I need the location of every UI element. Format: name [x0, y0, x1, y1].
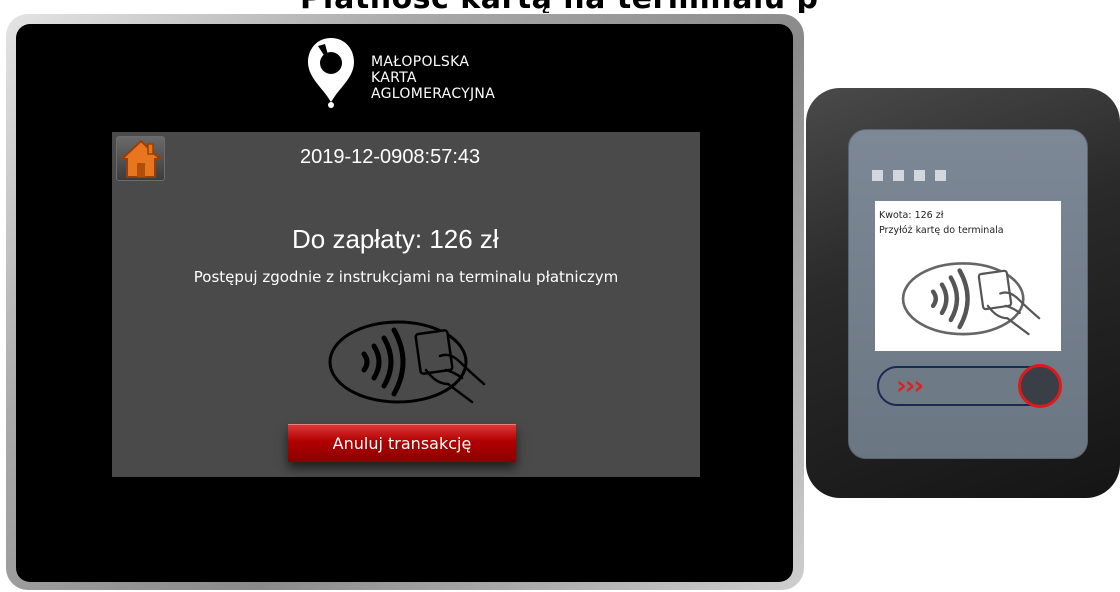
terminal-instruction-text: Przyłóż kartę do terminala	[879, 225, 1004, 236]
amount-value: 126 zł	[429, 224, 499, 254]
status-led	[872, 170, 883, 181]
status-led	[914, 170, 925, 181]
mka-logo: MAŁOPOLSKA KARTA AGLOMERACYJNA	[306, 36, 536, 116]
logo-text: MAŁOPOLSKA KARTA AGLOMERACYJNA	[371, 54, 495, 102]
terminal-status-leds	[872, 166, 956, 185]
terminal-amount-text: Kwota: 126 zł	[879, 210, 944, 221]
time-text: 08:57:43	[402, 146, 481, 168]
status-led	[893, 170, 904, 181]
status-led	[935, 170, 946, 181]
payment-instruction: Postępuj zgodnie z instrukcjami na termi…	[193, 268, 619, 286]
page-heading: Płatność kartą na terminalu płatniczym	[300, 0, 820, 13]
home-icon	[120, 139, 162, 178]
logo-line-1: MAŁOPOLSKA	[371, 54, 470, 70]
home-button[interactable]	[116, 136, 165, 181]
cancel-transaction-button[interactable]: Anuluj transakcję	[288, 424, 516, 462]
date-text: 2019-12-09	[300, 146, 403, 168]
logo-line-3: AGLOMERACYJNA	[371, 86, 496, 102]
amount-label: Do zapłaty:	[292, 224, 423, 254]
chevrons-right-icon: ›››	[896, 371, 924, 401]
location-pin-logo-icon	[308, 38, 354, 108]
contactless-payment-icon	[328, 320, 486, 404]
amount-due: Do zapłaty: 126 zł	[292, 224, 499, 255]
terminal-slider-knob[interactable]	[1018, 364, 1062, 408]
datetime: 2019-12-0908:57:43	[300, 144, 480, 169]
logo-line-2: KARTA	[371, 70, 417, 86]
terminal-contactless-icon	[901, 262, 1041, 336]
